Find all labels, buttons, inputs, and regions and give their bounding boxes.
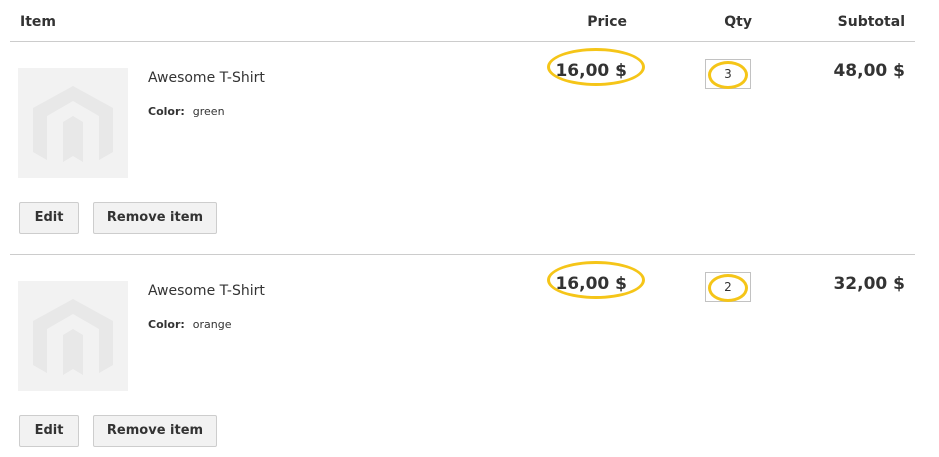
item-price: 16,00 $ — [555, 274, 627, 294]
column-header-qty: Qty — [724, 14, 752, 30]
item-subtotal: 32,00 $ — [833, 274, 905, 294]
remove-item-button[interactable]: Remove item — [93, 415, 217, 447]
product-name-link[interactable]: Awesome T-Shirt — [148, 70, 265, 86]
edit-button[interactable]: Edit — [19, 202, 79, 234]
column-header-item: Item — [20, 14, 56, 30]
column-header-price: Price — [587, 14, 627, 30]
product-option: Color: orange — [148, 318, 232, 331]
magento-logo-placeholder-icon — [33, 86, 113, 162]
remove-item-button[interactable]: Remove item — [93, 202, 217, 234]
cart-table-header: Item Price Qty Subtotal — [10, 0, 915, 42]
option-label: Color: — [148, 318, 185, 331]
item-price: 16,00 $ — [555, 61, 627, 81]
item-subtotal: 48,00 $ — [833, 61, 905, 81]
option-label: Color: — [148, 105, 185, 118]
option-value: orange — [192, 318, 232, 331]
column-header-subtotal: Subtotal — [837, 14, 905, 30]
product-image-placeholder[interactable] — [18, 68, 128, 178]
qty-input[interactable]: 3 — [705, 59, 751, 89]
option-value: green — [192, 105, 225, 118]
product-image-placeholder[interactable] — [18, 281, 128, 391]
magento-logo-placeholder-icon — [33, 299, 113, 375]
qty-input[interactable]: 2 — [705, 272, 751, 302]
cart-item-row: Awesome T-Shirt Color: orange 16,00 $ 2 3… — [10, 255, 915, 457]
edit-button[interactable]: Edit — [19, 415, 79, 447]
product-name-link[interactable]: Awesome T-Shirt — [148, 283, 265, 299]
cart-item-row: Awesome T-Shirt Color: green 16,00 $ 3 48… — [10, 42, 915, 255]
product-option: Color: green — [148, 105, 225, 118]
